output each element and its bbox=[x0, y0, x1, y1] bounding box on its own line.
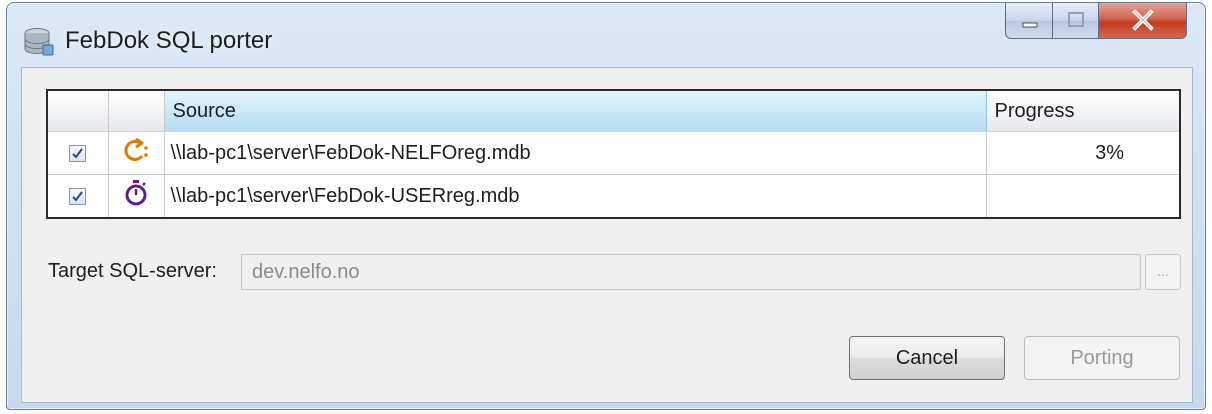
row-checkbox[interactable] bbox=[69, 187, 87, 205]
database-icon bbox=[23, 27, 55, 57]
porting-button[interactable]: Porting bbox=[1024, 336, 1180, 380]
column-header-check[interactable] bbox=[48, 91, 109, 132]
table-row[interactable]: \\lab-pc1\server\FebDok-NELFOreg.mdb 3% bbox=[48, 131, 1179, 175]
minimize-icon bbox=[1022, 22, 1038, 28]
sources-grid[interactable]: Source Progress \\lab-pc1\server\FebDok-… bbox=[46, 89, 1181, 219]
app-window: FebDok SQL porter Source Progress \\lab-… bbox=[6, 2, 1206, 410]
row-status-cell bbox=[108, 131, 165, 175]
cancel-button[interactable]: Cancel bbox=[849, 336, 1005, 380]
source-path: \\lab-pc1\server\FebDok-USERreg.mdb bbox=[164, 174, 987, 217]
row-check-cell[interactable] bbox=[48, 174, 109, 217]
column-header-progress[interactable]: Progress bbox=[986, 91, 1179, 132]
title-bar[interactable]: FebDok SQL porter bbox=[7, 3, 1205, 69]
minimize-button[interactable] bbox=[1005, 3, 1053, 39]
checkmark-icon bbox=[72, 148, 84, 159]
close-icon bbox=[1132, 9, 1154, 31]
maximize-icon bbox=[1068, 12, 1084, 27]
progress-value: 3% bbox=[986, 131, 1179, 175]
grid-header-row: Source Progress bbox=[48, 91, 1179, 132]
target-server-label: Target SQL-server: bbox=[48, 260, 217, 282]
row-checkbox[interactable] bbox=[69, 144, 87, 162]
refresh-running-icon bbox=[124, 137, 148, 161]
checkmark-icon bbox=[72, 191, 84, 202]
row-status-cell bbox=[108, 174, 165, 217]
row-check-cell[interactable] bbox=[48, 131, 109, 175]
target-server-input[interactable] bbox=[241, 254, 1141, 290]
source-path: \\lab-pc1\server\FebDok-NELFOreg.mdb bbox=[164, 131, 987, 175]
close-button[interactable] bbox=[1099, 3, 1187, 39]
table-row[interactable]: \\lab-pc1\server\FebDok-USERreg.mdb bbox=[48, 174, 1179, 218]
column-header-status[interactable] bbox=[108, 91, 165, 132]
column-header-source[interactable]: Source bbox=[164, 91, 987, 132]
maximize-button[interactable] bbox=[1053, 3, 1099, 39]
progress-value bbox=[986, 175, 1179, 218]
browse-button[interactable]: ... bbox=[1145, 254, 1181, 290]
window-title: FebDok SQL porter bbox=[65, 27, 273, 54]
client-area: Source Progress \\lab-pc1\server\FebDok-… bbox=[21, 67, 1193, 403]
stopwatch-pending-icon bbox=[125, 180, 147, 206]
